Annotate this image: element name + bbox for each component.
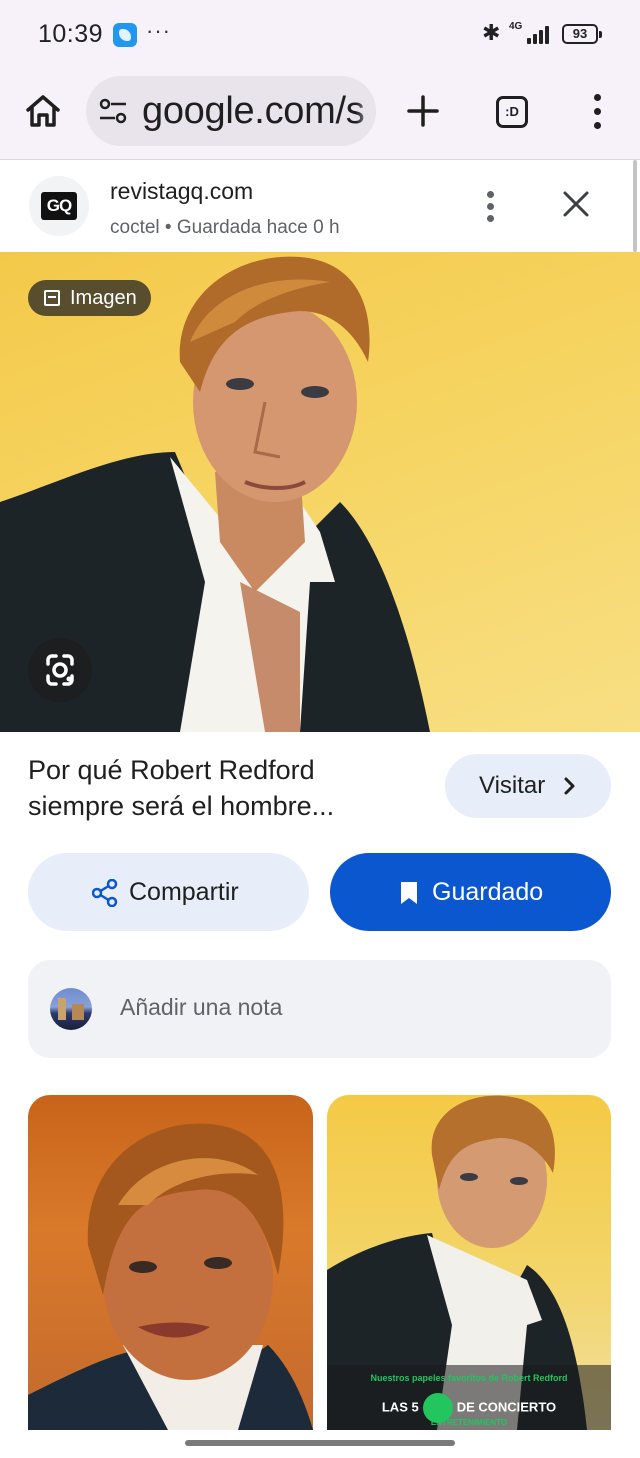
scrollbar[interactable] [633,160,637,252]
related-overlay-right: DE CONCIERTO [456,1399,557,1415]
status-bar: 10:39 ··· ✱ 4G 93 [0,0,640,70]
related-overlay-category: ENTRETENIMIENTO [430,1418,508,1427]
address-bar[interactable]: google.com/s [86,76,376,146]
home-button[interactable] [22,90,64,132]
visit-label: Visitar [479,772,546,799]
share-label: Compartir [129,878,239,906]
close-icon[interactable] [560,188,592,220]
more-options-button[interactable] [478,190,502,224]
browser-menu-button[interactable] [584,92,612,132]
site-logo[interactable]: GQ [29,176,89,236]
image-type-chip: Imagen [28,280,151,316]
saved-label: Guardado [432,878,544,906]
network-type: 4G [509,21,523,32]
visit-button[interactable]: Visitar [445,754,611,818]
chevron-right-icon [564,777,575,795]
result-title[interactable]: Por qué Robert Redford siempre será el h… [28,752,418,824]
related-overlay-title: Nuestros papeles favoritos de Robert Red… [370,1373,568,1383]
signal-icon [527,24,553,44]
related-overlay-left: LAS 5 [381,1399,419,1415]
related-image-2[interactable]: Nuestros papeles favoritos de Robert Red… [327,1095,611,1430]
gesture-navigation-bar[interactable] [185,1440,455,1446]
related-portrait-1 [28,1123,313,1430]
add-note-field[interactable]: Añadir una nota [28,960,611,1058]
main-image[interactable]: Imagen [0,252,640,732]
new-tab-button[interactable] [402,90,444,132]
share-icon [92,879,118,907]
gq-logo: GQ [41,192,77,220]
portrait-illustration [0,256,430,732]
source-meta: coctel • Guardada hace 0 h [110,217,340,238]
lens-button[interactable] [28,638,92,702]
note-placeholder[interactable]: Añadir una nota [120,994,282,1021]
plus-icon [407,95,439,127]
image-chip-label: Imagen [70,287,137,309]
saved-button[interactable]: Guardado [330,853,611,931]
source-domain[interactable]: revistagq.com [110,178,253,205]
site-settings-icon[interactable] [98,98,128,124]
notification-overflow-icon: ··· [146,18,171,43]
browser-toolbar: google.com/s :D [0,70,640,160]
tab-switcher-button[interactable]: :D [496,96,528,128]
home-icon [26,95,60,127]
url-fade [356,76,376,146]
share-button[interactable]: Compartir [28,853,309,931]
google-lens-icon [46,654,74,686]
app-notification-icon [113,23,137,47]
avatar [50,988,92,1030]
bluetooth-icon: ✱ [482,20,501,45]
status-time: 10:39 [38,20,104,48]
source-header: GQ revistagq.com coctel • Guardada hace … [0,160,632,252]
image-icon [44,290,60,306]
battery-indicator: 93 [562,24,602,44]
url-text[interactable]: google.com/s [142,90,365,133]
related-image-1[interactable] [28,1095,313,1430]
bookmark-icon [401,882,417,904]
